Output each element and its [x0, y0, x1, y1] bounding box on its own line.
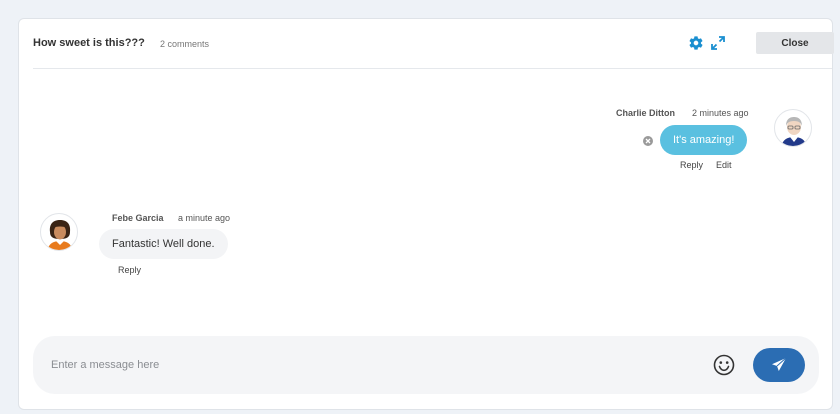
message-bubble: It's amazing! — [660, 125, 748, 155]
send-button[interactable] — [753, 348, 805, 382]
emoji-icon[interactable] — [713, 354, 735, 376]
message-bubble: Fantastic! Well done. — [99, 229, 228, 259]
message-author: Febe Garcia — [112, 213, 164, 223]
avatar — [774, 109, 812, 147]
avatar — [40, 213, 78, 251]
message-time: a minute ago — [178, 213, 231, 223]
gear-icon[interactable] — [688, 35, 704, 51]
message-input[interactable] — [51, 356, 671, 374]
user-avatar-icon — [47, 220, 73, 250]
expand-icon[interactable] — [711, 36, 725, 50]
delete-icon[interactable] — [643, 136, 653, 146]
reply-link[interactable]: Reply — [118, 265, 141, 275]
message-composer — [33, 336, 819, 394]
panel-header: How sweet is this??? 2 comments Close — [33, 19, 834, 69]
send-icon — [772, 357, 787, 371]
thread-title: How sweet is this??? — [33, 37, 145, 49]
user-avatar-icon — [781, 117, 807, 146]
close-button[interactable]: Close — [756, 32, 834, 54]
reply-link[interactable]: Reply — [680, 160, 703, 170]
comments-panel: How sweet is this??? 2 comments Close Ch… — [18, 18, 834, 410]
comment-count: 2 comments — [160, 39, 210, 49]
message-author: Charlie Ditton — [616, 108, 676, 118]
message-time: 2 minutes ago — [692, 108, 749, 118]
edit-link[interactable]: Edit — [716, 160, 732, 170]
